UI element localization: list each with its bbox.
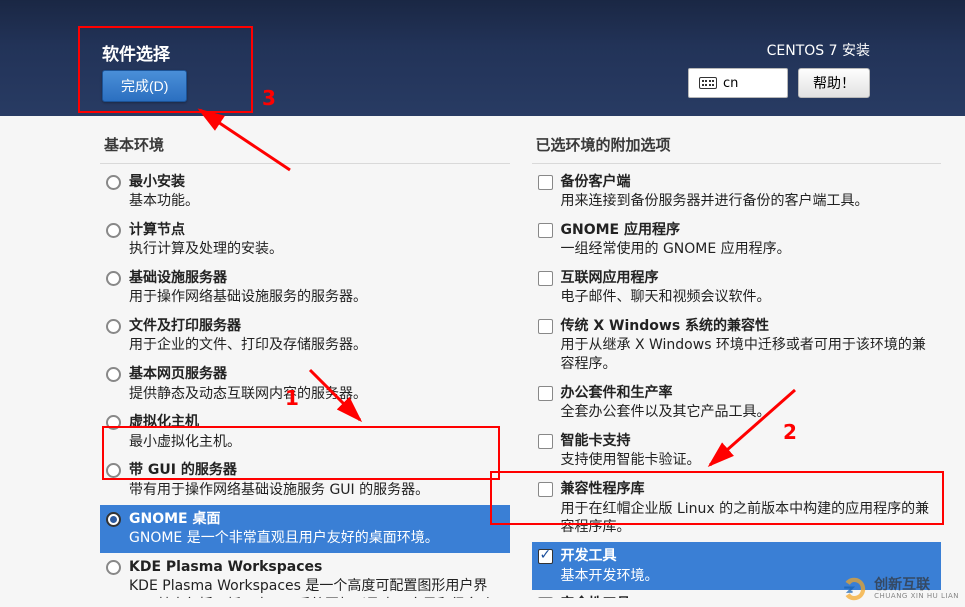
env-item-desc: GNOME 是一个非常直观且用户友好的桌面环境。 [129,529,500,548]
checkbox-icon [538,223,553,238]
base-env-title: 基本环境 [100,134,510,155]
env-item-name: 带 GUI 的服务器 [129,462,237,478]
addon-item-name: GNOME 应用程序 [561,222,680,238]
base-env-list: 最小安装基本功能。计算节点执行计算及处理的安装。基础设施服务器用于操作网络基础设… [100,168,510,598]
addon-item-name: 开发工具 [561,548,617,564]
keyboard-layout-text: cn [723,76,738,91]
addons-column: 已选环境的附加选项 备份客户端用来连接到备份服务器并进行备份的客户端工具。GNO… [532,134,942,598]
watermark-en: CHUANG XIN HU LIAN [874,593,959,600]
radio-icon [106,271,121,286]
env-item-name: 虚拟化主机 [129,414,199,430]
keyboard-layout-indicator[interactable]: cn [688,68,788,98]
done-button[interactable]: 完成(D) [102,70,187,102]
env-item-name: 文件及打印服务器 [129,318,241,334]
env-item-name: 最小安装 [129,174,185,190]
radio-icon [106,463,121,478]
env-item-desc: 用于企业的文件、打印及存储服务器。 [129,336,500,355]
checkbox-icon [538,597,553,598]
keyboard-icon [699,77,717,89]
env-item[interactable]: 虚拟化主机最小虚拟化主机。 [100,408,510,456]
checkbox-icon [538,175,553,190]
radio-icon [106,319,121,334]
addons-title: 已选环境的附加选项 [532,134,942,155]
env-item-desc: 带有用于操作网络基础设施服务 GUI 的服务器。 [129,481,500,500]
addon-item[interactable]: 智能卡支持支持使用智能卡验证。 [532,427,942,475]
header-right: CENTOS 7 安装 cn 帮助！ [688,40,870,98]
base-env-column: 基本环境 最小安装基本功能。计算节点执行计算及处理的安装。基础设施服务器用于操作… [100,134,510,598]
env-item[interactable]: 最小安装基本功能。 [100,168,510,216]
env-item-desc: 基本功能。 [129,192,500,211]
watermark-logo-icon [840,575,868,603]
help-button[interactable]: 帮助！ [798,68,870,98]
env-item-desc: 提供静态及动态互联网内容的服务器。 [129,385,500,404]
addon-item-name: 互联网应用程序 [561,270,659,286]
radio-icon [106,512,121,527]
env-item[interactable]: GNOME 桌面 GNOME 是一个非常直观且用户友好的桌面环境。 [100,505,510,553]
env-item[interactable]: 基本网页服务器提供静态及动态互联网内容的服务器。 [100,360,510,408]
env-item[interactable]: 文件及打印服务器用于企业的文件、打印及存储服务器。 [100,312,510,360]
addon-item-desc: 用来连接到备份服务器并进行备份的客户端工具。 [561,192,932,211]
addon-item-name: 办公套件和生产率 [561,385,673,401]
env-item-desc: 最小虚拟化主机。 [129,433,500,452]
radio-icon [106,415,121,430]
env-item-name: 计算节点 [129,222,185,238]
addon-item-desc: 一组经常使用的 GNOME 应用程序。 [561,240,932,259]
addon-item-desc: 电子邮件、聊天和视频会议软件。 [561,288,932,307]
addon-item[interactable]: 办公套件和生产率全套办公套件以及其它产品工具。 [532,379,942,427]
checkbox-icon [538,271,553,286]
env-item-desc: 用于操作网络基础设施服务的服务器。 [129,288,500,307]
radio-icon [106,175,121,190]
addon-item[interactable]: 传统 X Windows 系统的兼容性用于从继承 X Windows 环境中迁移… [532,312,942,379]
radio-icon [106,367,121,382]
addon-item-name: 智能卡支持 [561,433,631,449]
env-item-desc: 执行计算及处理的安装。 [129,240,500,259]
install-label: CENTOS 7 安装 [688,40,870,60]
env-item[interactable]: 带 GUI 的服务器带有用于操作网络基础设施服务 GUI 的服务器。 [100,456,510,504]
addon-item[interactable]: 备份客户端用来连接到备份服务器并进行备份的客户端工具。 [532,168,942,216]
env-item[interactable]: 计算节点执行计算及处理的安装。 [100,216,510,264]
env-item-name: KDE Plasma Workspaces [129,559,322,575]
addon-item[interactable]: 兼容性程序库用于在红帽企业版 Linux 的之前版本中构建的应用程序的兼容程序库… [532,475,942,542]
addons-list: 备份客户端用来连接到备份服务器并进行备份的客户端工具。GNOME 应用程序一组经… [532,168,942,598]
env-item-name: GNOME 桌面 [129,511,220,527]
checkbox-icon [538,319,553,334]
addon-item-desc: 全套办公套件以及其它产品工具。 [561,403,932,422]
checkbox-icon [538,386,553,401]
addon-item-name: 安全性工具 [561,596,631,598]
content: 基本环境 最小安装基本功能。计算节点执行计算及处理的安装。基础设施服务器用于操作… [0,116,965,598]
env-item-name: 基础设施服务器 [129,270,227,286]
checkbox-icon [538,482,553,497]
addon-item-name: 备份客户端 [561,174,631,190]
addon-item-desc: 用于从继承 X Windows 环境中迁移或者可用于该环境的兼容程序。 [561,336,932,374]
addon-item[interactable]: GNOME 应用程序一组经常使用的 GNOME 应用程序。 [532,216,942,264]
addon-item-name: 传统 X Windows 系统的兼容性 [561,318,770,334]
env-item-desc: KDE Plasma Workspaces 是一个高度可配置图形用户界面，其中包… [129,577,500,598]
page-title: 软件选择 [102,40,170,65]
addon-item-desc: 用于在红帽企业版 Linux 的之前版本中构建的应用程序的兼容程序库。 [561,500,932,538]
env-item[interactable]: KDE Plasma Workspaces KDE Plasma Workspac… [100,553,510,598]
checkbox-icon [538,434,553,449]
env-item-name: 基本网页服务器 [129,366,227,382]
checkbox-icon [538,549,553,564]
env-item[interactable]: 基础设施服务器用于操作网络基础设施服务的服务器。 [100,264,510,312]
radio-icon [106,223,121,238]
header: 软件选择 完成(D) CENTOS 7 安装 cn 帮助！ [0,0,965,116]
radio-icon [106,560,121,575]
addon-item-desc: 支持使用智能卡验证。 [561,451,932,470]
watermark: 创新互联 CHUANG XIN HU LIAN [840,575,959,603]
addon-item-name: 兼容性程序库 [561,481,645,497]
watermark-cn: 创新互联 [874,578,959,593]
addon-item[interactable]: 互联网应用程序电子邮件、聊天和视频会议软件。 [532,264,942,312]
